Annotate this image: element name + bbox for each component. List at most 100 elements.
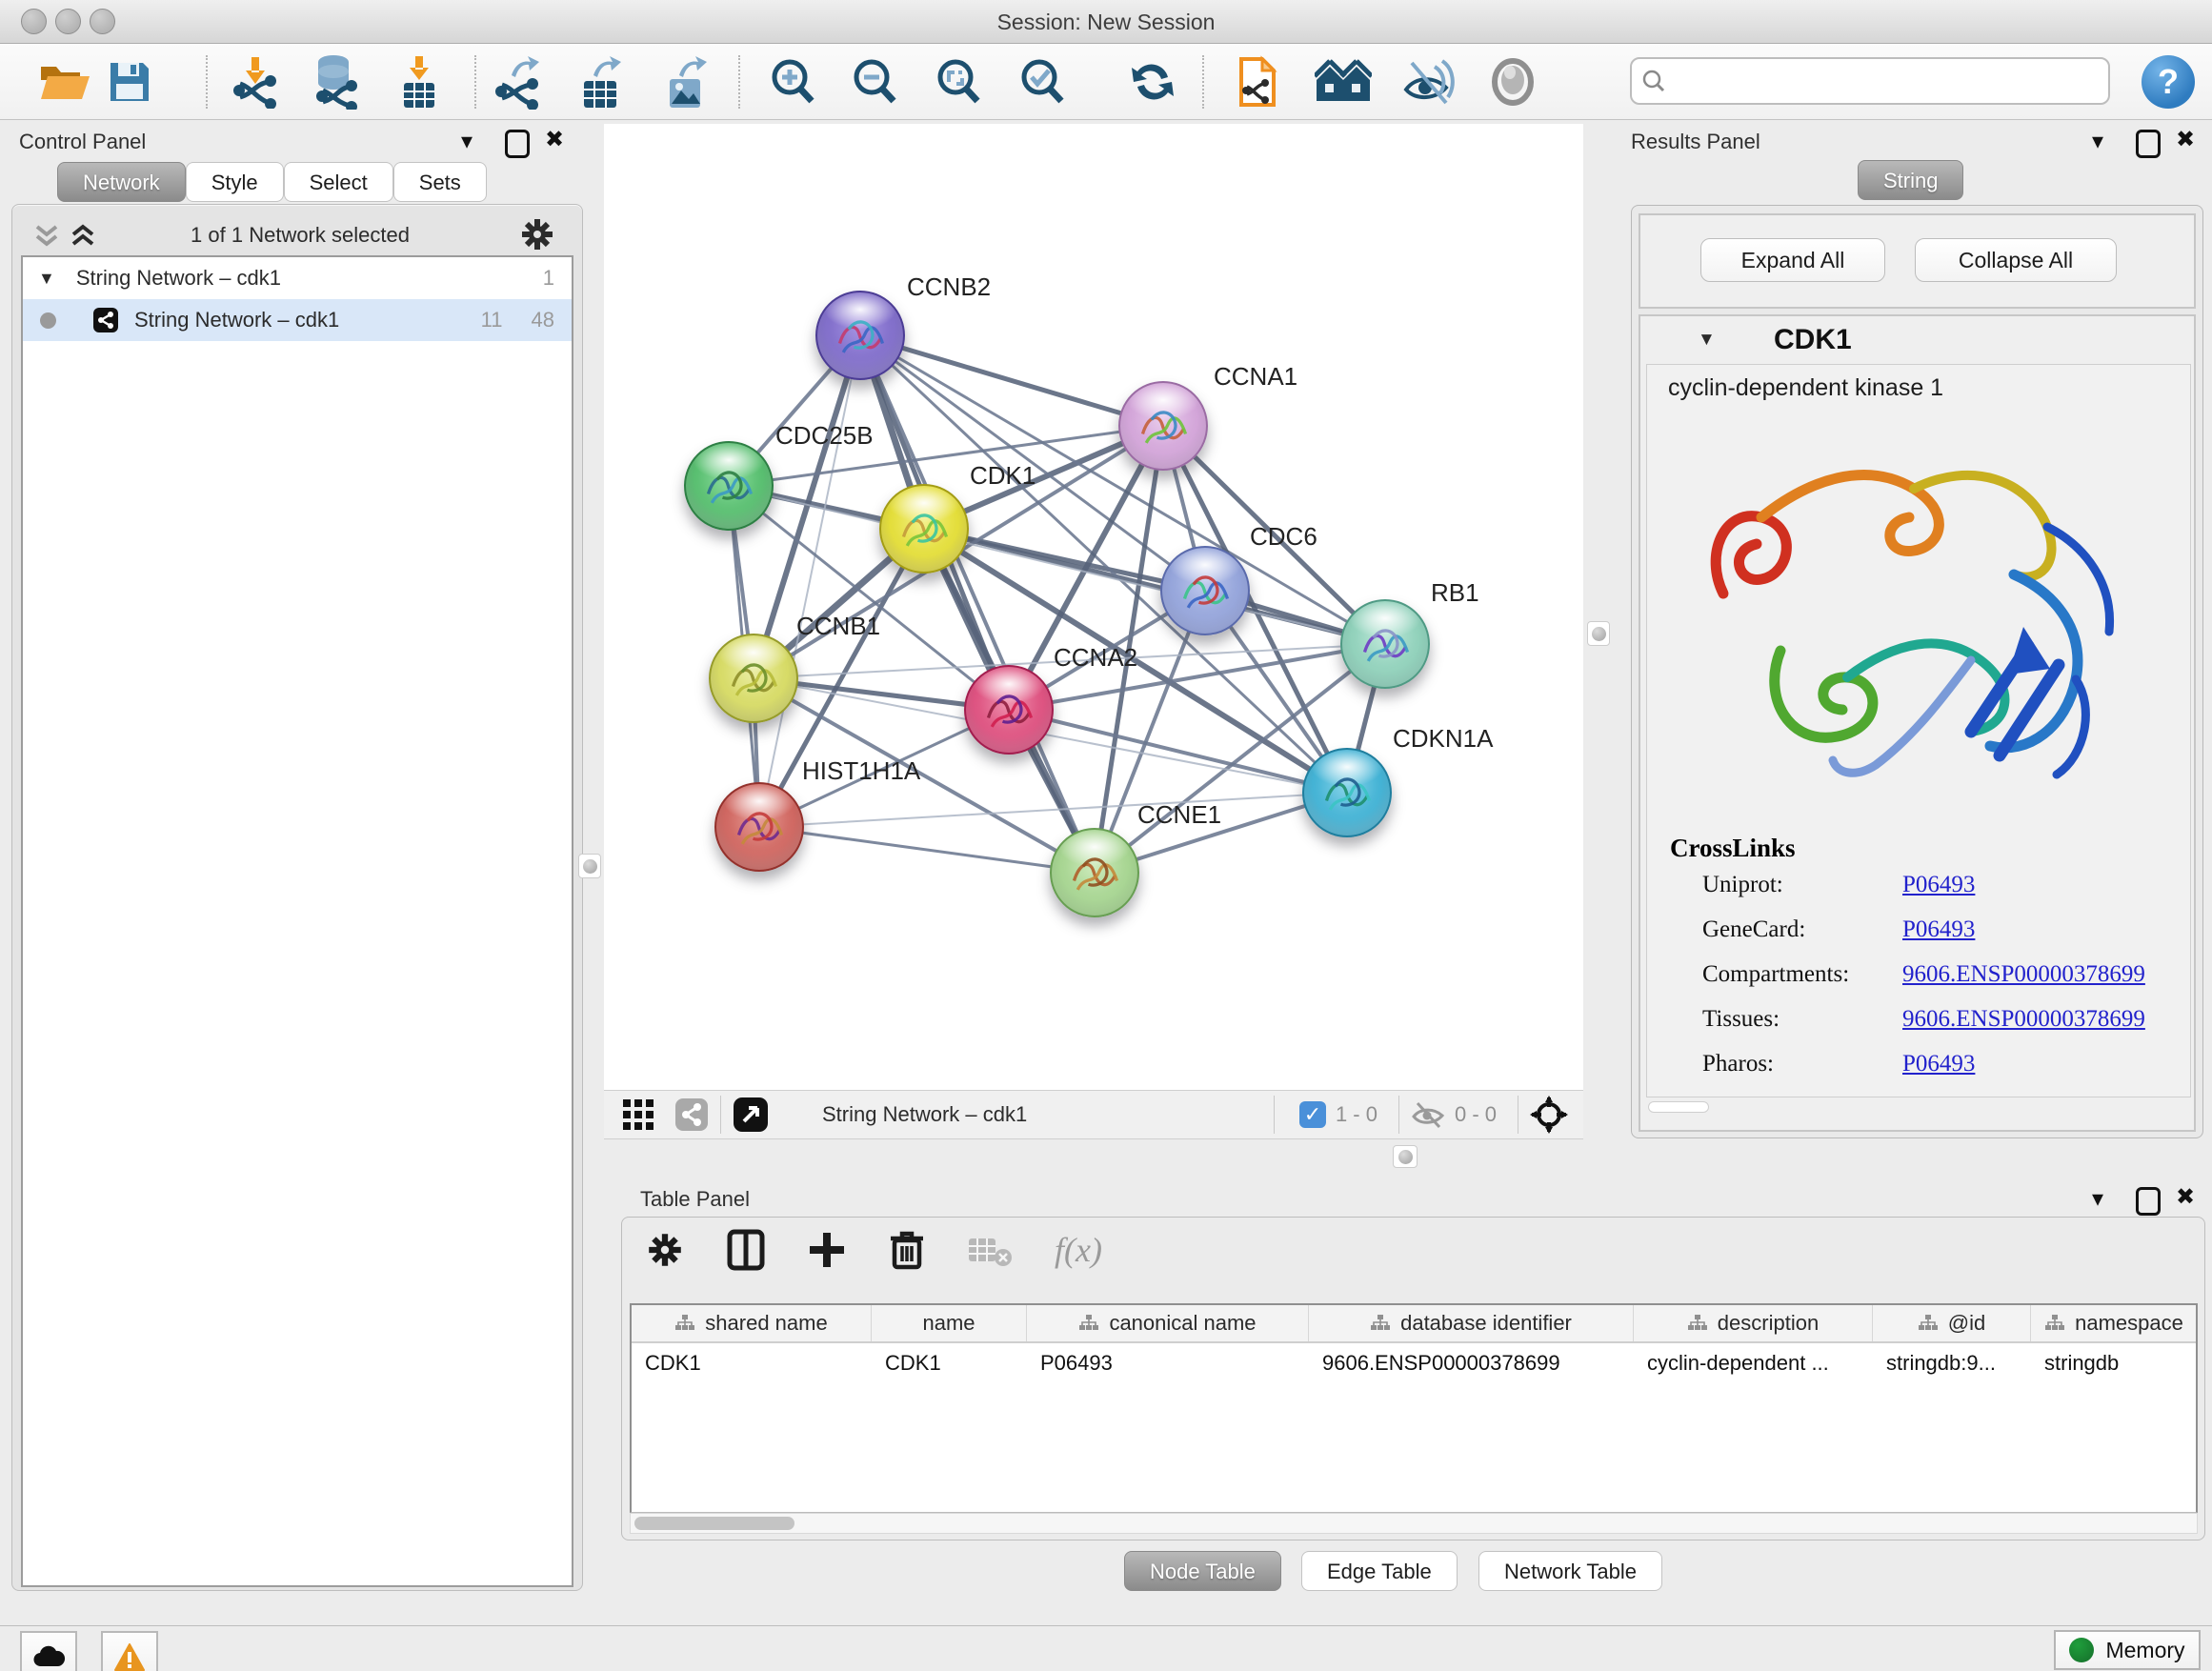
- gene-detail-box: cyclin-dependent kinase 1: [1646, 364, 2191, 1097]
- warnings-button[interactable]: [101, 1631, 158, 1671]
- tab-edge-table[interactable]: Edge Table: [1301, 1551, 1458, 1591]
- zoom-out-button[interactable]: [844, 51, 905, 112]
- expand-all-button[interactable]: Expand All: [1700, 238, 1885, 282]
- column-header-name[interactable]: name: [872, 1305, 1027, 1341]
- collapse-all-button[interactable]: Collapse All: [1915, 238, 2117, 282]
- crosslink-link[interactable]: P06493: [1902, 872, 1975, 898]
- crosslink-link[interactable]: P06493: [1902, 916, 1975, 943]
- bottom-splitter-handle[interactable]: [1393, 1145, 1418, 1168]
- network-node-cdk1[interactable]: [879, 484, 969, 574]
- control-panel-close-icon[interactable]: ✖: [545, 126, 564, 153]
- network-node-ccna2[interactable]: [964, 665, 1054, 755]
- network-node-ccnb1[interactable]: [709, 634, 798, 723]
- zoom-fit-button[interactable]: [928, 51, 989, 112]
- table-hscroll-thumb[interactable]: [634, 1517, 794, 1530]
- enhanced-labels-toggle-button[interactable]: [1398, 51, 1459, 112]
- network-canvas[interactable]: CCNB2CCNA1CDC25BCDK1CDC6RB1CCNB1CCNA2CDK…: [604, 124, 1583, 1090]
- tab-node-table[interactable]: Node Table: [1124, 1551, 1281, 1591]
- show-columns-icon[interactable]: [727, 1229, 765, 1271]
- network-node-rb1[interactable]: [1340, 599, 1430, 689]
- add-column-icon[interactable]: [807, 1230, 847, 1270]
- network-node-cdc25b[interactable]: [684, 441, 774, 531]
- export-network-button[interactable]: [488, 51, 549, 112]
- network-view-icon[interactable]: [674, 1097, 709, 1132]
- export-table-icon: [574, 54, 626, 110]
- tab-select[interactable]: Select: [284, 162, 393, 202]
- results-panel-close-icon[interactable]: ✖: [2176, 126, 2195, 153]
- birds-eye-view-icon[interactable]: [1530, 1096, 1568, 1134]
- table-row[interactable]: CDK1CDK1P064939606.ENSP00000378699cyclin…: [632, 1343, 2196, 1383]
- selected-indicator-checkbox[interactable]: ✓: [1299, 1101, 1326, 1128]
- table-cell[interactable]: stringdb:9...: [1873, 1343, 2031, 1383]
- search-input[interactable]: [1674, 68, 2083, 94]
- column-header-canonical-name[interactable]: canonical name: [1027, 1305, 1309, 1341]
- column-header-namespace[interactable]: namespace: [2031, 1305, 2198, 1341]
- grid-view-icon[interactable]: [621, 1097, 655, 1132]
- expand-all-networks-icon[interactable]: [69, 221, 97, 254]
- network-node-ccna1[interactable]: [1118, 381, 1208, 471]
- table-cell[interactable]: 9606.ENSP00000378699: [1309, 1343, 1634, 1383]
- left-splitter-handle[interactable]: [578, 854, 601, 878]
- table-header-row: shared namenamecanonical namedatabase id…: [632, 1305, 2196, 1343]
- table-panel-float-icon[interactable]: [2136, 1187, 2161, 1216]
- export-image-button[interactable]: [655, 51, 716, 112]
- open-session-button[interactable]: [34, 51, 95, 112]
- table-panel-collapse-icon[interactable]: ▾: [2092, 1185, 2103, 1213]
- table-panel-close-icon[interactable]: ✖: [2176, 1183, 2195, 1211]
- save-session-button[interactable]: [99, 51, 160, 112]
- network-options-gear-icon[interactable]: [518, 215, 556, 258]
- zoom-in-button[interactable]: [762, 51, 823, 112]
- table-settings-gear-icon[interactable]: [645, 1230, 685, 1270]
- string-import-document-button[interactable]: [1227, 51, 1288, 112]
- table-cell[interactable]: CDK1: [632, 1343, 872, 1383]
- column-header-description[interactable]: description: [1634, 1305, 1873, 1341]
- gene-expander-icon[interactable]: ▼: [1698, 330, 1716, 351]
- network-collection-row[interactable]: ▼ String Network – cdk1 1: [23, 257, 572, 299]
- right-splitter-handle[interactable]: [1587, 621, 1610, 646]
- refresh-view-button[interactable]: [1122, 51, 1183, 112]
- string-home-button[interactable]: [1313, 51, 1374, 112]
- cloud-icon: [31, 1645, 66, 1670]
- export-table-button[interactable]: [570, 51, 631, 112]
- import-network-file-button[interactable]: [225, 51, 286, 112]
- control-panel-collapse-icon[interactable]: ▾: [461, 128, 473, 155]
- collection-expander-icon[interactable]: ▼: [38, 269, 55, 289]
- column-header-database-identifier[interactable]: database identifier: [1309, 1305, 1634, 1341]
- crosslink-link[interactable]: P06493: [1902, 1051, 1975, 1077]
- node-table[interactable]: shared namenamecanonical namedatabase id…: [630, 1303, 2198, 1513]
- table-cell[interactable]: cyclin-dependent ...: [1634, 1343, 1873, 1383]
- tab-sets[interactable]: Sets: [393, 162, 487, 202]
- collapse-all-networks-icon[interactable]: [32, 221, 61, 254]
- table-hscrollbar[interactable]: [630, 1513, 2198, 1534]
- tab-style[interactable]: Style: [186, 162, 284, 202]
- table-cell[interactable]: stringdb: [2031, 1343, 2198, 1383]
- crosslink-link[interactable]: 9606.ENSP00000378699: [1902, 1006, 2145, 1033]
- import-network-from-database-button[interactable]: [303, 51, 364, 112]
- network-node-hist1h1a[interactable]: [714, 782, 804, 872]
- results-hscroll-thumb[interactable]: [1648, 1101, 1709, 1113]
- column-header--id[interactable]: @id: [1873, 1305, 2031, 1341]
- table-cell[interactable]: CDK1: [872, 1343, 1027, 1383]
- control-panel-float-icon[interactable]: [505, 130, 530, 158]
- memory-button[interactable]: Memory: [2054, 1630, 2201, 1670]
- results-panel-float-icon[interactable]: [2136, 130, 2161, 158]
- tab-network[interactable]: Network: [57, 162, 186, 202]
- network-node-cdkn1a[interactable]: [1302, 748, 1392, 837]
- tab-network-table[interactable]: Network Table: [1478, 1551, 1662, 1591]
- cloud-status-button[interactable]: [20, 1631, 77, 1671]
- tab-string-results[interactable]: String: [1858, 160, 1963, 200]
- network-node-cdc6[interactable]: [1160, 546, 1250, 635]
- network-row[interactable]: String Network – cdk1 11 48: [23, 299, 572, 341]
- table-cell[interactable]: P06493: [1027, 1343, 1309, 1383]
- crosslink-link[interactable]: 9606.ENSP00000378699: [1902, 961, 2145, 988]
- column-header-shared-name[interactable]: shared name: [632, 1305, 872, 1341]
- network-node-ccnb2[interactable]: [815, 291, 905, 380]
- network-node-ccne1[interactable]: [1050, 828, 1139, 917]
- glass-ball-toggle-button[interactable]: [1482, 51, 1543, 112]
- zoom-selected-button[interactable]: [1012, 51, 1073, 112]
- delete-column-trash-icon[interactable]: [889, 1229, 925, 1271]
- detach-view-icon[interactable]: [733, 1097, 769, 1133]
- results-panel-collapse-icon[interactable]: ▾: [2092, 128, 2103, 155]
- import-table-button[interactable]: [389, 51, 450, 112]
- help-button[interactable]: ?: [2142, 55, 2195, 109]
